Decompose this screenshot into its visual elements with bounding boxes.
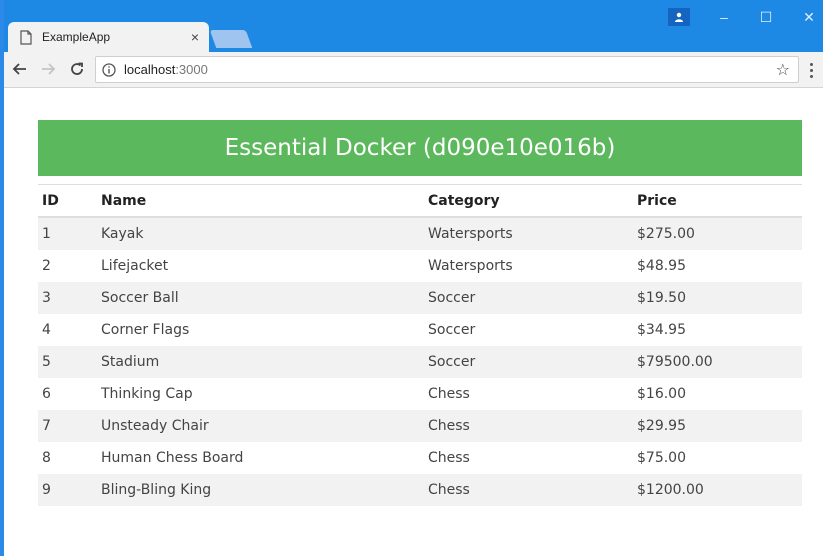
page-icon (20, 29, 32, 45)
close-window-button[interactable]: ✕ (789, 6, 823, 28)
info-icon[interactable] (102, 62, 116, 77)
table-row: 5 Stadium Soccer $79500.00 (38, 346, 802, 378)
cell-id: 2 (42, 258, 51, 274)
cell-id: 4 (42, 322, 51, 338)
column-header-name: Name (97, 184, 424, 218)
cell-name: Thinking Cap (101, 386, 193, 402)
cell-category: Soccer (424, 282, 633, 314)
cell-name: Soccer Ball (97, 282, 424, 314)
cell-price: $29.95 (633, 410, 802, 442)
cell-category: Chess (424, 410, 633, 442)
cell-name: Stadium (97, 346, 424, 378)
browser-toolbar: localhost:3000 ☆ (0, 52, 823, 88)
menu-dots-icon[interactable] (806, 60, 816, 80)
browser-window: ExampleApp × – ☐ ✕ localhost:3000 ☆ Ess… (0, 0, 823, 556)
minimize-button[interactable]: – (704, 6, 744, 28)
table-row: 7 Unsteady Chair Chess $29.95 (38, 410, 802, 442)
table-row: 6 Thinking Cap Chess $16.00 (38, 378, 802, 410)
reload-icon[interactable] (67, 59, 87, 79)
table-header-row: ID Name Category Price (38, 184, 802, 218)
products-table: ID Name Category Price 1 Kayak Waterspor… (38, 184, 802, 506)
page-banner: Essential Docker (d090e10e016b) (38, 120, 802, 176)
cell-category: Soccer (424, 346, 633, 378)
cell-id: 3 (38, 282, 97, 314)
cell-name: Unsteady Chair (97, 410, 424, 442)
cell-category: Chess (428, 386, 470, 402)
table-row: 8 Human Chess Board Chess $75.00 (38, 442, 802, 474)
cell-category: Soccer (428, 322, 476, 338)
profile-button[interactable] (668, 8, 690, 26)
tab-close-icon[interactable]: × (191, 30, 199, 44)
address-bar[interactable]: localhost:3000 ☆ (95, 56, 799, 83)
column-header-price: Price (633, 184, 802, 218)
cell-price: $75.00 (637, 450, 686, 466)
forward-arrow-icon[interactable] (38, 59, 58, 79)
new-tab-button[interactable] (209, 30, 253, 48)
cell-category: Chess (428, 450, 470, 466)
table-row: 1 Kayak Watersports $275.00 (38, 217, 802, 250)
column-header-id: ID (38, 184, 97, 218)
table-row: 3 Soccer Ball Soccer $19.50 (38, 282, 802, 314)
table-row: 2 Lifejacket Watersports $48.95 (38, 250, 802, 282)
cell-price: $48.95 (637, 258, 686, 274)
browser-tab[interactable]: ExampleApp × (8, 22, 209, 52)
cell-id: 1 (38, 217, 97, 250)
url-host: localhost (124, 62, 176, 77)
url-port: :3000 (175, 62, 208, 77)
cell-name: Lifejacket (101, 258, 169, 274)
cell-id: 7 (38, 410, 97, 442)
cell-price: $19.50 (633, 282, 802, 314)
cell-id: 5 (38, 346, 97, 378)
cell-price: $79500.00 (633, 346, 802, 378)
person-icon (675, 12, 683, 22)
title-bar: ExampleApp × – ☐ ✕ (0, 0, 823, 52)
back-arrow-icon[interactable] (10, 59, 30, 79)
cell-id: 6 (42, 386, 51, 402)
cell-price: $34.95 (637, 322, 686, 338)
table-row: 4 Corner Flags Soccer $34.95 (38, 314, 802, 346)
bookmark-star-icon[interactable]: ☆ (776, 60, 790, 80)
cell-id: 9 (38, 474, 97, 506)
cell-name: Bling-Bling King (97, 474, 424, 506)
cell-name: Corner Flags (101, 322, 190, 338)
page-title: Essential Docker (d090e10e016b) (224, 135, 616, 161)
table-row: 9 Bling-Bling King Chess $1200.00 (38, 474, 802, 506)
cell-name: Human Chess Board (101, 450, 244, 466)
tab-title: ExampleApp (42, 30, 111, 44)
maximize-button[interactable]: ☐ (746, 6, 786, 28)
cell-name: Kayak (97, 217, 424, 250)
cell-price: $275.00 (633, 217, 802, 250)
cell-category: Watersports (424, 217, 633, 250)
column-header-category: Category (424, 184, 633, 218)
cell-id: 8 (42, 450, 51, 466)
cell-price: $1200.00 (633, 474, 802, 506)
cell-category: Chess (424, 474, 633, 506)
cell-price: $16.00 (637, 386, 686, 402)
cell-category: Watersports (428, 258, 513, 274)
page-viewport: Essential Docker (d090e10e016b) ID Name … (4, 88, 823, 556)
